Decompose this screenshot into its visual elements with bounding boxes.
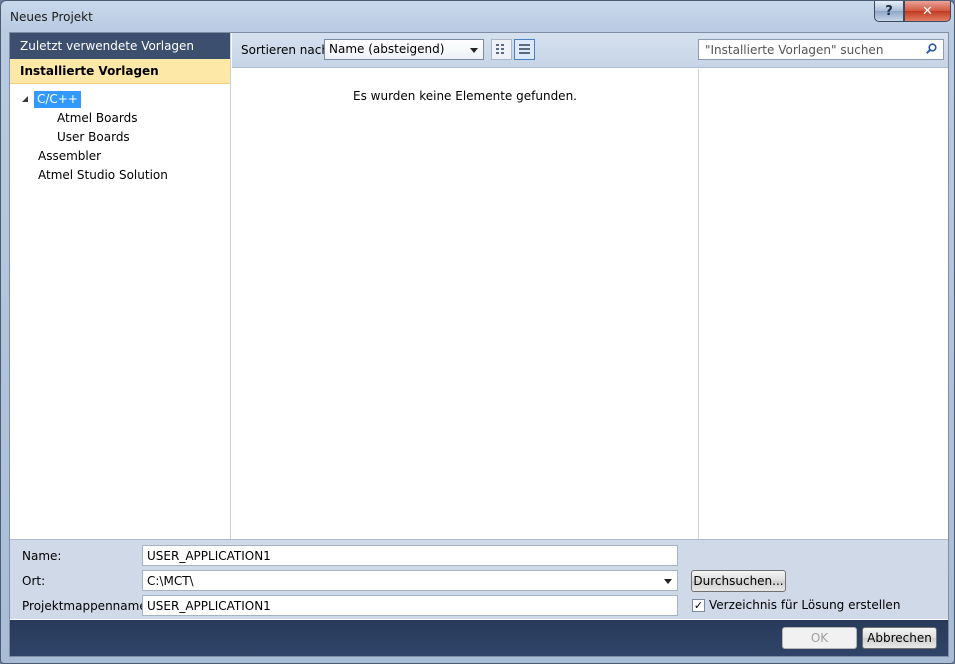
tree-item-label[interactable]: Atmel Boards (57, 109, 137, 128)
tree-item-atmel-boards[interactable]: Atmel Boards (10, 109, 230, 128)
recent-templates-header[interactable]: Zuletzt verwendete Vorlagen (10, 33, 230, 59)
close-icon: ✕ (922, 3, 933, 19)
location-combobox[interactable]: C:\MCT\ (142, 570, 678, 591)
checkmark-icon: ✓ (693, 599, 704, 612)
name-value: USER_APPLICATION1 (147, 549, 271, 563)
empty-list-message: Es wurden keine Elemente gefunden. (353, 89, 577, 103)
tree-item-user-boards[interactable]: User Boards (10, 128, 230, 147)
name-input[interactable]: USER_APPLICATION1 (142, 545, 678, 566)
project-form: Name: USER_APPLICATION1 Ort: C:\MCT\ Dur… (10, 539, 948, 619)
dialog-footer: OK Abbrechen (10, 620, 948, 656)
template-list[interactable]: Es wurden keine Elemente gefunden. (232, 69, 699, 539)
template-toolbar: Sortieren nach: Name (absteigend) "Insta… (232, 33, 948, 68)
solution-name-label: Projektmappenname: (22, 599, 151, 613)
dialog-client: Zuletzt verwendete Vorlagen Installierte… (9, 32, 949, 657)
chevron-down-icon[interactable] (664, 579, 672, 584)
template-details-pane (700, 69, 948, 539)
search-placeholder: "Installierte Vorlagen" suchen (705, 43, 884, 57)
cancel-button[interactable]: Abbrechen (862, 627, 937, 649)
solution-name-value: USER_APPLICATION1 (147, 599, 271, 613)
installed-templates-header[interactable]: Installierte Vorlagen (10, 59, 230, 84)
medium-icons-view-button[interactable] (491, 39, 512, 60)
chevron-down-icon (470, 48, 478, 53)
expanded-triangle-icon[interactable] (22, 96, 28, 102)
help-icon: ? (885, 3, 893, 19)
search-input[interactable]: "Installierte Vorlagen" suchen (698, 39, 944, 60)
location-value: C:\MCT\ (147, 574, 194, 588)
sort-dropdown[interactable]: Name (absteigend) (324, 39, 484, 60)
template-tree: C/C++ Atmel Boards User Boards Assembler… (10, 84, 230, 185)
title-bar[interactable]: Neues Projekt ? ✕ (1, 1, 954, 31)
new-project-dialog: Neues Projekt ? ✕ Zuletzt verwendete Vor… (0, 0, 955, 664)
details-view-button[interactable] (514, 39, 535, 60)
create-directory-label[interactable]: Verzeichnis für Lösung erstellen (709, 598, 900, 612)
location-label: Ort: (22, 574, 46, 588)
tree-item-label[interactable]: C/C++ (34, 91, 81, 108)
create-directory-checkbox[interactable]: ✓ (692, 599, 705, 612)
tree-item-label[interactable]: User Boards (57, 128, 130, 147)
name-label: Name: (22, 549, 62, 563)
ok-button[interactable]: OK (782, 627, 857, 649)
tree-item-solution[interactable]: Atmel Studio Solution (10, 166, 230, 185)
sort-label: Sortieren nach: (241, 43, 333, 57)
tree-item-assembler[interactable]: Assembler (10, 147, 230, 166)
tree-item-label[interactable]: Assembler (38, 147, 101, 166)
tree-item-cpp[interactable]: C/C++ (10, 90, 230, 109)
solution-name-input[interactable]: USER_APPLICATION1 (142, 595, 678, 616)
search-icon[interactable] (926, 43, 937, 54)
browse-button[interactable]: Durchsuchen... (691, 570, 786, 592)
help-button[interactable]: ? (874, 1, 904, 22)
sort-value: Name (absteigend) (329, 42, 445, 56)
close-button[interactable]: ✕ (904, 1, 951, 22)
template-nav: Zuletzt verwendete Vorlagen Installierte… (10, 33, 231, 539)
tree-item-label[interactable]: Atmel Studio Solution (38, 166, 168, 185)
window-title: Neues Projekt (10, 10, 93, 24)
